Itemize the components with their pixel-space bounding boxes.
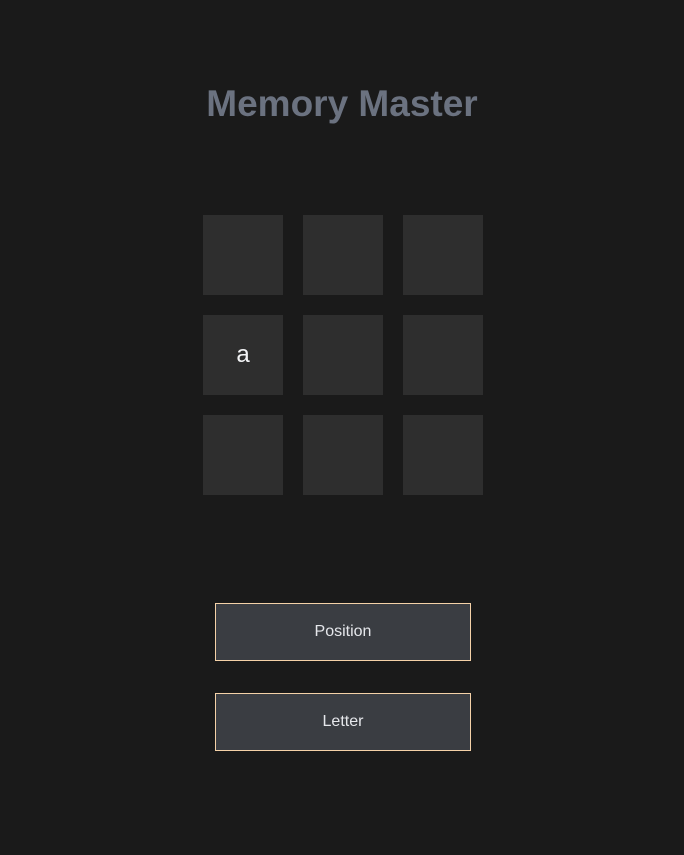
position-button[interactable]: Position [215,603,471,661]
grid-cell-6 [403,315,483,395]
game-title: Memory Master [206,83,478,124]
letter-button[interactable]: Letter [215,693,471,751]
grid-cell-3 [403,215,483,295]
grid-cell-1 [203,215,283,295]
memory-grid: a [203,215,483,495]
grid-cell-7 [203,415,283,495]
grid-cell-8 [303,415,383,495]
grid-cell-9 [403,415,483,495]
grid-cell-5 [303,315,383,395]
grid-cell-2 [303,215,383,295]
grid-cell-4: a [203,315,283,395]
